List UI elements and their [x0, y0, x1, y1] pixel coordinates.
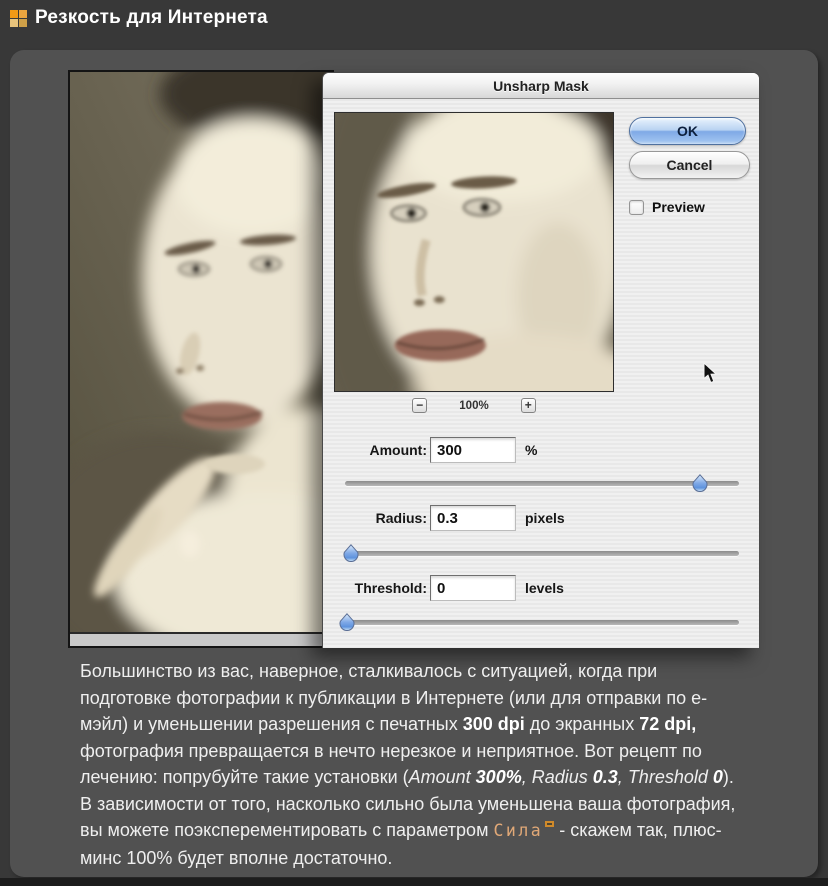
preview-checkbox-label: Preview: [652, 199, 705, 215]
amount-slider[interactable]: [345, 473, 739, 493]
radius-slider[interactable]: [343, 543, 739, 563]
paragraph-run: Radius: [531, 767, 593, 787]
preview-zoom-controls: − 100% +: [334, 398, 614, 413]
amount-unit: %: [525, 442, 538, 458]
threshold-input[interactable]: [430, 575, 516, 601]
cancel-button[interactable]: Cancel: [629, 151, 750, 179]
ok-button[interactable]: OK: [629, 117, 746, 145]
radius-slider-handle[interactable]: [343, 544, 359, 562]
tutorial-screenshot: Unsharp Mask − 100% + OK Cancel Preview …: [68, 70, 760, 648]
paragraph-run: ,: [521, 767, 532, 787]
zoom-out-button[interactable]: −: [412, 398, 428, 413]
slider-track[interactable]: [345, 551, 739, 556]
page-title: Резкость для Интернета: [35, 7, 268, 28]
threshold-slider[interactable]: [339, 612, 739, 632]
photo-window: [68, 70, 334, 648]
orange-squares-icon: [10, 10, 27, 27]
bottom-strip: [0, 878, 828, 886]
preview-frame: [334, 112, 614, 392]
zoom-in-button[interactable]: +: [520, 398, 536, 413]
radius-unit: pixels: [525, 510, 565, 526]
paragraph-run: ,: [617, 767, 628, 787]
radius-label: Radius:: [375, 510, 427, 526]
paragraph-run: 0: [712, 767, 723, 787]
paragraph-run: 0.3: [592, 767, 618, 787]
threshold-label: Threshold:: [354, 580, 427, 596]
external-link-square-icon: [545, 821, 555, 827]
preview-option: Preview: [629, 199, 705, 215]
icon-square: [10, 19, 18, 27]
zoom-level: 100%: [459, 399, 489, 412]
dialog-title: Unsharp Mask: [493, 77, 589, 94]
mouse-cursor-icon: [703, 363, 718, 384]
amount-slider-handle[interactable]: [692, 474, 708, 492]
content-panel: Unsharp Mask − 100% + OK Cancel Preview …: [10, 50, 818, 877]
slider-track[interactable]: [345, 481, 739, 486]
sila-link[interactable]: Сила: [493, 821, 543, 840]
dialog-titlebar[interactable]: Unsharp Mask: [323, 73, 759, 99]
page-header: Резкость для Интернета: [0, 0, 828, 50]
threshold-slider-handle[interactable]: [339, 613, 355, 631]
dialog-preview-image[interactable]: [335, 113, 613, 391]
preview-checkbox[interactable]: [629, 199, 644, 215]
amount-label: Amount:: [369, 442, 427, 458]
paragraph-run: до экранных: [524, 714, 640, 734]
radius-row: Radius: pixels: [323, 504, 759, 532]
paragraph-run: 300%: [475, 767, 522, 787]
tutorial-paragraph: Большинство из вас, наверное, сталкивало…: [80, 658, 744, 871]
threshold-row: Threshold: levels: [323, 574, 759, 602]
icon-square: [19, 19, 27, 27]
radius-input[interactable]: [430, 505, 516, 531]
icon-square: [10, 10, 18, 18]
paragraph-run: 72 dpi,: [639, 714, 697, 734]
amount-row: Amount: %: [323, 436, 759, 464]
slider-track[interactable]: [345, 620, 739, 625]
paragraph-run: Threshold: [627, 767, 713, 787]
paragraph-run: 300 dpi: [462, 714, 525, 734]
amount-input[interactable]: [430, 437, 516, 463]
threshold-unit: levels: [525, 580, 564, 596]
portrait-photo: [70, 72, 332, 632]
photo-window-statusbar: [70, 632, 332, 646]
icon-square: [19, 10, 27, 18]
paragraph-run: Amount: [408, 767, 476, 787]
unsharp-mask-dialog: Unsharp Mask − 100% + OK Cancel Preview …: [322, 72, 760, 648]
